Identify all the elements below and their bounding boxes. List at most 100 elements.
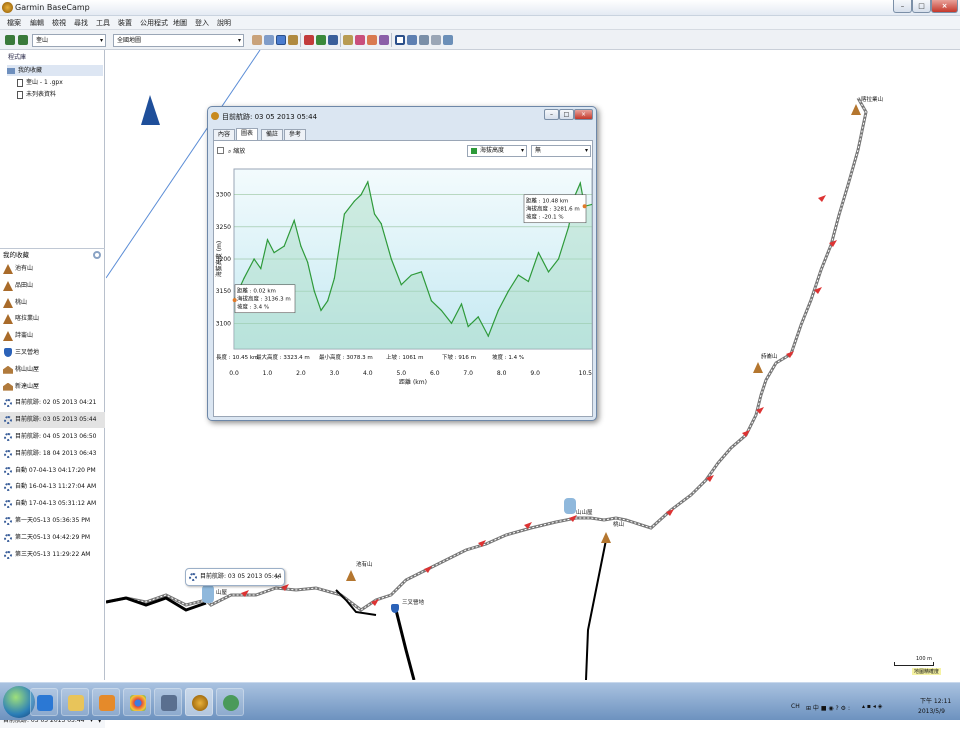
zoom-tool-icon[interactable] xyxy=(264,35,274,45)
receive-from-device-icon[interactable] xyxy=(5,35,15,45)
tab-properties[interactable]: 內容 xyxy=(213,129,236,140)
mountain-marker-kalaye[interactable] xyxy=(851,104,861,115)
erase-tool-icon[interactable] xyxy=(367,35,377,45)
collection-item[interactable]: 品田山 xyxy=(0,278,105,294)
collection-item[interactable]: 第三天05-13 11:29:22 AM xyxy=(0,547,105,563)
gear-icon[interactable] xyxy=(93,251,101,259)
taskbar-computer[interactable] xyxy=(154,688,182,716)
measure-tool-icon[interactable] xyxy=(288,35,298,45)
collection-item[interactable]: 第一天05-13 05:36:35 PM xyxy=(0,513,105,529)
collection-item[interactable]: 目前航跡: 02 05 2013 04:21 xyxy=(0,395,105,411)
x-tick-label: 3.0 xyxy=(330,370,340,377)
collection-item[interactable]: 池有山 xyxy=(0,261,105,277)
new-track-icon[interactable] xyxy=(328,35,338,45)
toolbar: 奎山 ▾ 全國地圖 ▾ xyxy=(0,30,960,50)
divide-tool-icon[interactable] xyxy=(379,35,389,45)
insert-tool-icon[interactable] xyxy=(355,35,365,45)
mountain-marker-shilun[interactable] xyxy=(753,362,763,373)
collection-item-label: 第一天05-13 05:36:35 PM xyxy=(15,517,90,524)
tooltip-line: 距離 : 10.48 km xyxy=(526,197,568,205)
collection-item[interactable]: 喀拉業山 xyxy=(0,311,105,327)
collection-item-label: 目前航跡: 04 05 2013 06:50 xyxy=(15,433,97,440)
hut-marker-xinda[interactable] xyxy=(202,585,214,603)
taskbar-explorer[interactable] xyxy=(61,688,89,716)
minimize-button[interactable]: – xyxy=(893,0,912,13)
profile-maximize-button[interactable]: □ xyxy=(559,109,574,120)
menu-device[interactable]: 裝置 xyxy=(118,18,132,28)
map-view-icon[interactable] xyxy=(395,35,405,45)
collection-item[interactable]: 新達山屋 xyxy=(0,379,105,395)
tray-icons[interactable]: ⊞ 中 ■ ◉ ? ⚙ : xyxy=(806,703,850,712)
menu-view[interactable]: 檢視 xyxy=(52,18,66,28)
tab-references[interactable]: 參考 xyxy=(284,129,307,140)
taskbar-ie[interactable] xyxy=(30,688,58,716)
menu-signin[interactable]: 登入 xyxy=(195,18,209,28)
send-to-device-icon[interactable] xyxy=(18,35,28,45)
collection-item[interactable]: 目前航跡: 18 04 2013 06:43 xyxy=(0,446,105,462)
zoom-checkbox[interactable] xyxy=(217,147,224,154)
track-callout[interactable]: 目前航跡: 03 05 2013 05:44 × xyxy=(185,568,285,586)
folder-icon xyxy=(68,695,84,711)
menu-tools[interactable]: 工具 xyxy=(96,18,110,28)
cursor-marker-start xyxy=(232,298,237,303)
library-item-my-collection[interactable]: 我的收藏 xyxy=(7,65,103,76)
library-item-label: 我的收藏 xyxy=(18,67,43,74)
computer-icon xyxy=(161,695,177,711)
new-waypoint-icon[interactable] xyxy=(304,35,314,45)
photo-view-icon[interactable] xyxy=(419,35,429,45)
map-dropdown[interactable]: 全國地圖 ▾ xyxy=(113,34,244,47)
library-item-unlisted[interactable]: 未列表資料 xyxy=(17,89,56,100)
tab-graph[interactable]: 圖表 xyxy=(236,128,259,140)
library-item-gpx[interactable]: 奎山 - 1 .gpx xyxy=(17,77,63,88)
elevation-chart[interactable]: 310031503200325033000.0 1.0 2.0 3.0 4.0 5.0 6.… xyxy=(214,161,592,416)
collection-item[interactable]: 三叉營地 xyxy=(0,345,105,361)
tab-notes[interactable]: 備註 xyxy=(261,129,284,140)
device-dropdown[interactable]: 奎山 ▾ xyxy=(32,34,106,47)
collection-item[interactable]: 自動 17-04-13 05:31:12 AM xyxy=(0,496,105,512)
collection-item[interactable]: 第二天05-13 04:42:29 PM xyxy=(0,530,105,546)
globe-view-icon[interactable] xyxy=(431,35,441,45)
mountain-icon xyxy=(3,280,13,291)
data-point xyxy=(507,290,509,292)
taskbar-chrome[interactable] xyxy=(123,688,151,716)
close-button[interactable]: × xyxy=(931,0,958,13)
menu-utilities[interactable]: 公用程式 xyxy=(140,18,168,28)
menu-file[interactable]: 檔案 xyxy=(7,18,21,28)
data-point xyxy=(307,261,309,263)
taskbar-basecamp[interactable] xyxy=(185,688,213,716)
hut-marker-taoshan[interactable] xyxy=(564,498,576,514)
collection-item[interactable]: 自動 07-04-13 04:17:20 PM xyxy=(0,463,105,479)
mountain-marker-chiyou[interactable] xyxy=(346,570,356,581)
edit-tool-icon[interactable] xyxy=(343,35,353,45)
collection-item[interactable]: 詩崙山 xyxy=(0,328,105,344)
library-header[interactable]: 程式庫 xyxy=(0,52,105,62)
maximize-button[interactable]: □ xyxy=(912,0,931,13)
collection-item[interactable]: 桃山 xyxy=(0,295,105,311)
profile-minimize-button[interactable]: – xyxy=(544,109,559,120)
data-point xyxy=(517,274,519,276)
taskbar-globe[interactable] xyxy=(216,688,244,716)
profile-close-button[interactable]: × xyxy=(574,109,593,120)
menu-help[interactable]: 說明 xyxy=(217,18,231,28)
tray-overflow[interactable]: ▴ ▪ ◂ ◈ xyxy=(862,703,882,710)
3d-view-icon[interactable] xyxy=(407,35,417,45)
new-route-icon[interactable] xyxy=(316,35,326,45)
menu-find[interactable]: 尋找 xyxy=(74,18,88,28)
input-method-indicator[interactable]: CH xyxy=(791,703,800,710)
select-tool-icon[interactable] xyxy=(276,35,286,45)
collection-item[interactable]: 自動 16-04-13 11:27:04 AM xyxy=(0,479,105,495)
menu-edit[interactable]: 編輯 xyxy=(30,18,44,28)
taskbar-media[interactable] xyxy=(92,688,120,716)
refresh-icon[interactable] xyxy=(443,35,453,45)
secondary-dropdown[interactable]: 無 ▾ xyxy=(531,145,591,157)
mountain-marker-taoshan[interactable] xyxy=(601,532,611,543)
series-dropdown[interactable]: 海拔高度 ▾ xyxy=(467,145,527,157)
menu-map[interactable]: 地圖 xyxy=(173,18,187,28)
collection-item[interactable]: 桃山山屋 xyxy=(0,362,105,378)
hand-tool-icon[interactable] xyxy=(252,35,262,45)
collection-item-label: 第三天05-13 11:29:22 AM xyxy=(15,550,91,558)
close-icon[interactable]: × xyxy=(274,569,280,585)
collection-item[interactable]: 目前航跡: 03 05 2013 05:44 xyxy=(0,412,105,429)
collection-item[interactable]: 目前航跡: 04 05 2013 06:50 xyxy=(0,429,105,445)
camp-marker-sancha[interactable] xyxy=(391,604,399,613)
